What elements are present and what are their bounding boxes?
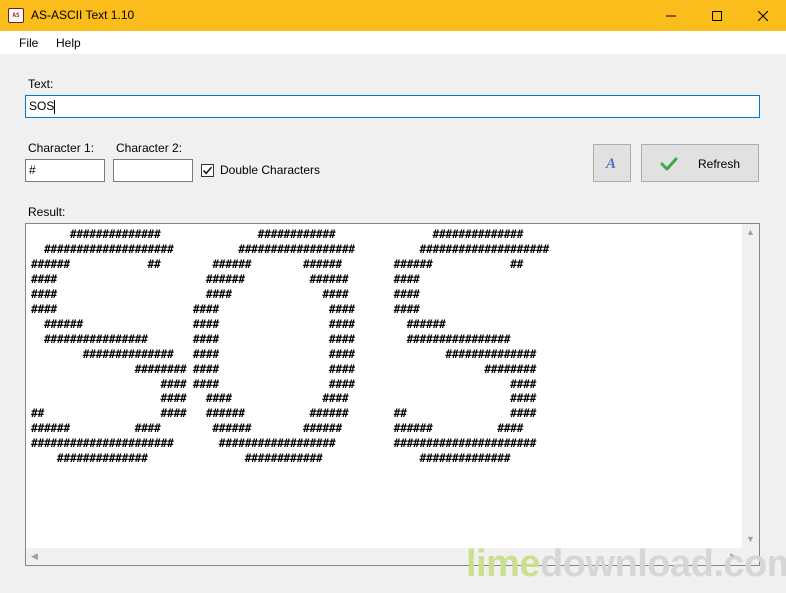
app-icon: AS xyxy=(8,8,24,23)
result-label: Result: xyxy=(28,205,66,219)
text-input-value: SOS xyxy=(29,99,55,113)
maximize-icon xyxy=(712,10,722,21)
scroll-up-icon[interactable]: ▲ xyxy=(746,228,755,237)
minimize-button[interactable] xyxy=(648,0,694,31)
maximize-button[interactable] xyxy=(694,0,740,31)
window-title: AS-ASCII Text 1.10 xyxy=(31,8,135,22)
vertical-scrollbar[interactable]: ▲ ▼ xyxy=(742,224,759,548)
svg-text:A: A xyxy=(605,156,616,171)
watermark-download: download.com xyxy=(540,543,786,585)
double-characters-checkbox[interactable] xyxy=(201,164,214,177)
refresh-button[interactable]: Refresh xyxy=(641,144,759,182)
scroll-left-icon[interactable]: ◀ xyxy=(31,552,38,561)
title-bar[interactable]: AS AS-ASCII Text 1.10 xyxy=(0,0,786,31)
close-button[interactable] xyxy=(740,0,786,31)
text-input[interactable]: SOS xyxy=(25,95,760,118)
character-1-input[interactable]: # xyxy=(25,159,105,182)
watermark-lime: lime xyxy=(466,543,541,585)
refresh-label: Refresh xyxy=(698,157,741,171)
menu-help[interactable]: Help xyxy=(56,36,81,50)
check-icon xyxy=(660,157,678,171)
character-2-input[interactable] xyxy=(113,159,193,182)
result-ascii-output: ############## ############ ############… xyxy=(31,228,550,466)
character-1-label: Character 1: xyxy=(28,141,95,155)
result-textarea[interactable]: ############## ############ ############… xyxy=(25,223,760,566)
checkmark-icon xyxy=(202,166,213,175)
double-characters-label[interactable]: Double Characters xyxy=(220,163,320,177)
font-button[interactable]: A xyxy=(593,144,631,182)
minimize-icon xyxy=(666,15,676,16)
menu-file[interactable]: File xyxy=(19,36,38,50)
menu-bar: File Help xyxy=(0,31,786,54)
text-caret xyxy=(54,99,56,114)
close-icon xyxy=(758,10,768,21)
font-a-icon: A xyxy=(605,156,616,171)
text-label: Text: xyxy=(28,77,54,91)
watermark: limedownload.com xyxy=(466,543,786,586)
character-2-label: Character 2: xyxy=(116,141,183,155)
